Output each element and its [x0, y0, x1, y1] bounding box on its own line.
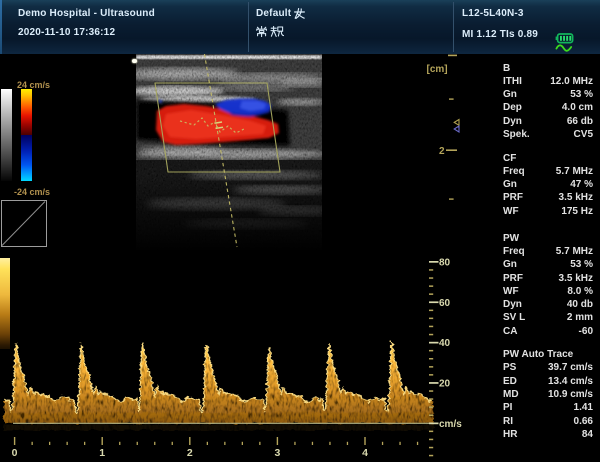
- svg-text:20: 20: [439, 379, 451, 390]
- svg-text:80: 80: [439, 258, 451, 269]
- svg-text:[cm]: [cm]: [427, 64, 448, 75]
- svg-text:40: 40: [439, 338, 451, 349]
- svg-text:4: 4: [362, 447, 368, 459]
- svg-text:2: 2: [439, 146, 445, 157]
- svg-text:2: 2: [187, 447, 193, 459]
- svg-text:3: 3: [274, 447, 280, 459]
- svg-text:cm/s: cm/s: [439, 419, 462, 430]
- svg-text:1: 1: [99, 447, 105, 459]
- svg-text:0: 0: [12, 447, 18, 459]
- svg-text:60: 60: [439, 298, 451, 309]
